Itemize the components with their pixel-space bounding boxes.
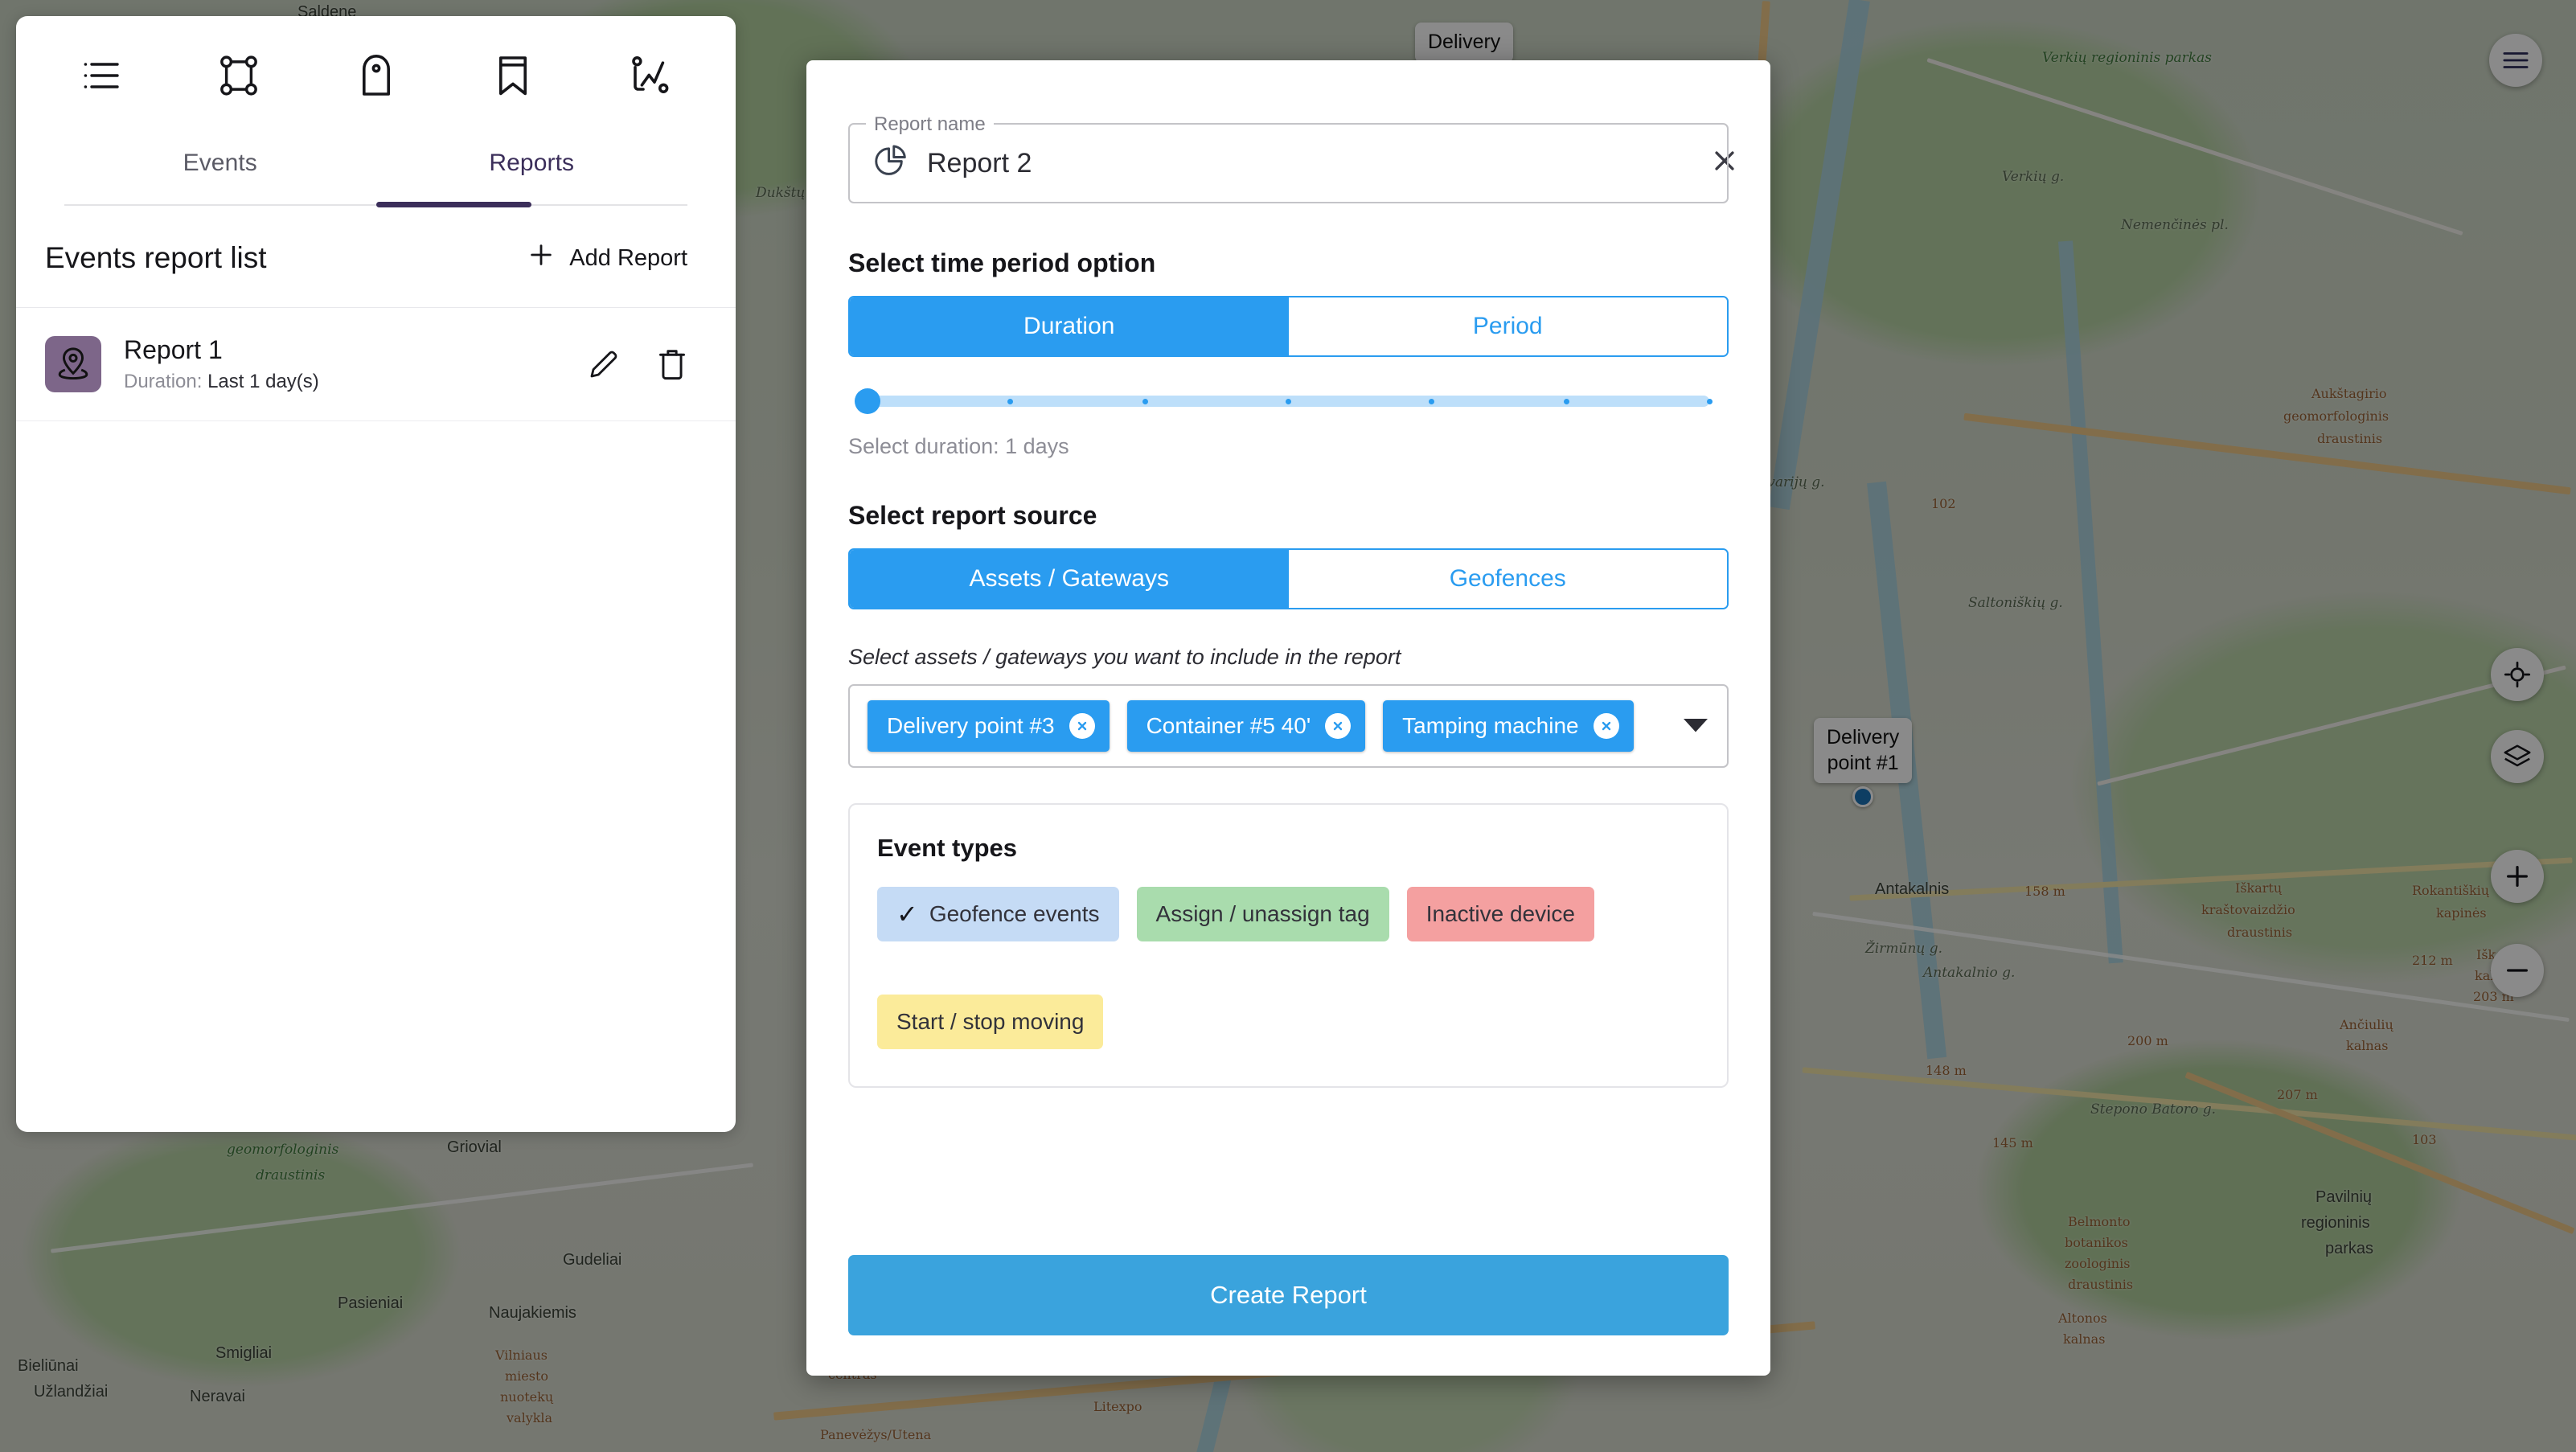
analytics-icon-button[interactable] [613, 40, 687, 114]
slider-tick [1286, 399, 1291, 404]
duration-slider-thumb[interactable] [855, 388, 880, 414]
report-name-legend: Report name [866, 113, 994, 136]
time-period-toggle: Duration Period [848, 296, 1729, 357]
pie-chart-icon [872, 144, 908, 183]
assets-helper-text: Select assets / gateways you want to inc… [848, 645, 1401, 669]
toggle-assets-gateways[interactable]: Assets / Gateways [850, 550, 1289, 608]
add-report-label: Add Report [569, 244, 687, 271]
modal-body: Report name Report 2 Select time period … [806, 60, 1770, 1255]
event-type-chip[interactable]: Start / stop moving [877, 995, 1104, 1049]
add-report-button[interactable]: Add Report [527, 241, 687, 275]
row-actions [588, 347, 687, 381]
toggle-duration[interactable]: Duration [850, 297, 1289, 355]
event-type-label: Assign / unassign tag [1155, 901, 1370, 926]
report-name-input[interactable]: Report 2 [927, 148, 1032, 179]
toggle-geofences[interactable]: Geofences [1288, 550, 1727, 608]
tab-active-underline [375, 202, 532, 207]
slider-tick [1706, 399, 1713, 404]
bookmark-icon [497, 55, 529, 100]
event-types-card: Event types ✓ Geofence events Assign / una… [848, 803, 1729, 1088]
report-source-title: Select report source [848, 501, 1097, 530]
left-panel: Events Reports Events report list Add Re… [16, 16, 736, 1132]
duration-slider[interactable] [855, 388, 1713, 414]
assets-select-field[interactable]: Delivery point #3 Container #5 40' Tamping… [848, 684, 1729, 768]
table-row[interactable]: Report 1 Duration: Last 1 day(s) [16, 308, 736, 421]
list-icon [82, 59, 121, 96]
asset-chip: Tamping machine [1383, 700, 1634, 752]
page-title: Events report list [45, 241, 267, 274]
slider-tick [1563, 399, 1569, 404]
event-type-chip-list: ✓ Geofence events Assign / unassign tag Ina… [877, 887, 1700, 1049]
report-duration-value: Last 1 day(s) [207, 371, 319, 392]
event-type-chip[interactable]: ✓ Geofence events [877, 887, 1119, 941]
list-icon-button[interactable] [64, 40, 138, 114]
event-types-title: Event types [877, 834, 1018, 862]
geofence-icon [219, 55, 259, 100]
report-list-header: Events report list Add Report [16, 206, 736, 308]
remove-chip-icon[interactable] [1069, 713, 1095, 739]
asset-chip: Delivery point #3 [868, 700, 1110, 752]
slider-tick [1142, 399, 1148, 404]
toggle-period[interactable]: Period [1288, 297, 1727, 355]
event-type-chip[interactable]: Inactive device [1406, 887, 1594, 941]
location-pin-icon [57, 346, 89, 384]
check-icon: ✓ [896, 900, 918, 929]
create-report-button[interactable]: Create Report [848, 1255, 1729, 1335]
report-name-field[interactable]: Report name Report 2 [848, 113, 1729, 203]
slider-tick [1428, 399, 1434, 404]
event-type-chip[interactable]: Assign / unassign tag [1136, 887, 1389, 941]
tag-icon-button[interactable] [339, 40, 413, 114]
report-duration: Duration: Last 1 day(s) [124, 371, 565, 393]
remove-chip-icon[interactable] [1325, 713, 1352, 739]
tab-events[interactable]: Events [64, 138, 376, 204]
event-type-label: Geofence events [929, 901, 1100, 926]
asset-chip-label: Delivery point #3 [887, 713, 1055, 738]
time-period-title: Select time period option [848, 248, 1156, 277]
tab-reports[interactable]: Reports [376, 138, 688, 204]
slider-tick [1007, 399, 1014, 404]
delete-report-button[interactable] [657, 347, 687, 381]
asset-chip-label: Tamping machine [1402, 713, 1579, 738]
event-type-label: Inactive device [1425, 901, 1575, 926]
report-name: Report 1 [124, 335, 223, 364]
chevron-down-icon[interactable] [1684, 719, 1713, 733]
duration-caption: Select duration: 1 days [848, 434, 1069, 458]
report-info: Report 1 Duration: Last 1 day(s) [124, 335, 565, 393]
panel-toolbar [16, 16, 736, 138]
duration-slider-wrap [848, 357, 1729, 414]
asset-chip-label: Container #5 40' [1146, 713, 1311, 738]
plus-icon [527, 241, 555, 275]
avatar [45, 336, 101, 392]
panel-tabs: Events Reports [64, 138, 688, 207]
bookmark-icon-button[interactable] [476, 40, 550, 114]
geofence-icon-button[interactable] [202, 40, 276, 114]
modal-footer: Create Report [806, 1255, 1770, 1376]
remove-chip-icon[interactable] [1593, 713, 1619, 739]
report-duration-label: Duration: [124, 371, 203, 392]
analytics-icon [630, 55, 671, 100]
asset-chip: Container #5 40' [1126, 700, 1366, 752]
tag-icon [360, 54, 392, 101]
create-report-modal: Report name Report 2 Select time period … [806, 60, 1770, 1376]
event-type-label: Start / stop moving [896, 1009, 1085, 1034]
report-source-toggle: Assets / Gateways Geofences [848, 548, 1729, 609]
edit-report-button[interactable] [588, 348, 620, 380]
